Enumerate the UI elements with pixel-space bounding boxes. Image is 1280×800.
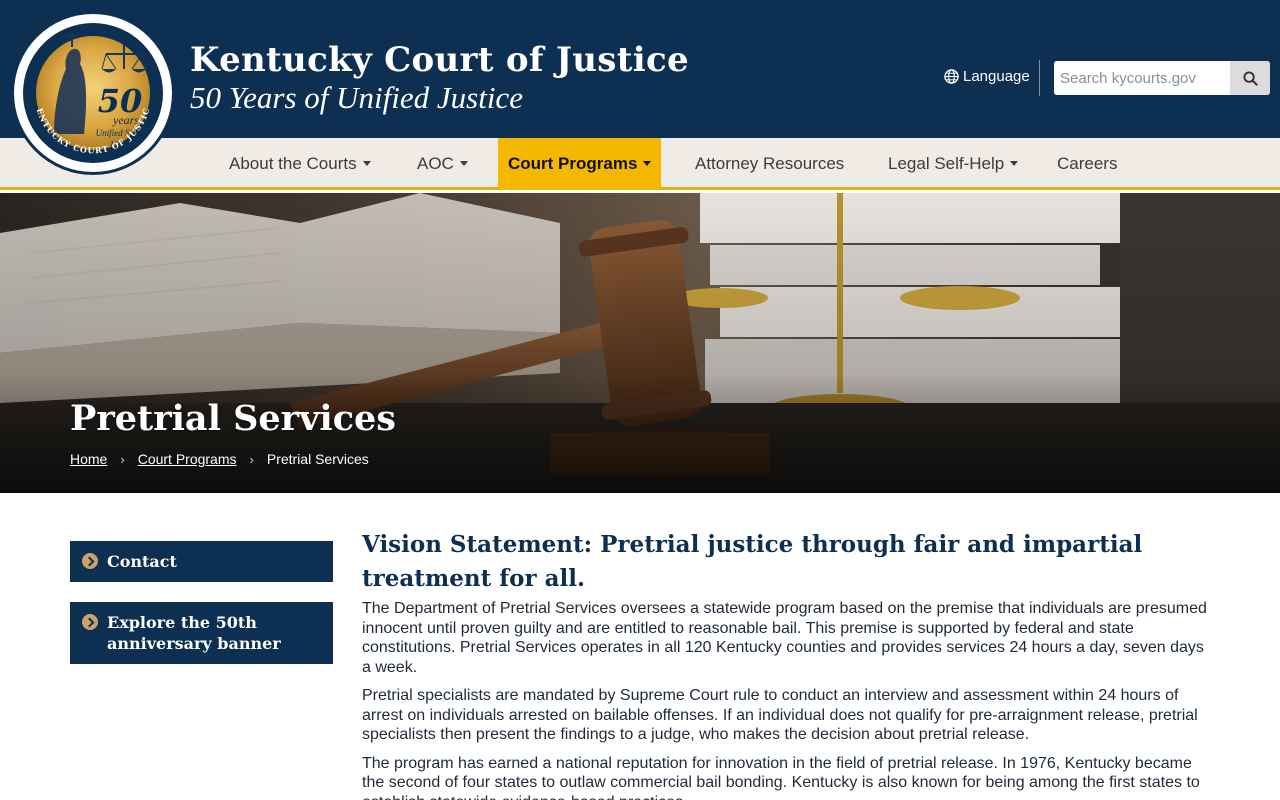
search-button[interactable] [1230,61,1270,95]
site-title[interactable]: Kentucky Court of Justice [190,40,689,80]
globe-icon [944,69,959,84]
breadcrumb-home-link[interactable]: Home [70,451,107,467]
nav-label: Attorney Resources [695,154,845,173]
nav-label: About the Courts [229,154,357,173]
header-divider [1039,60,1040,96]
breadcrumb-chevron-icon: › [249,451,254,467]
caret-down-icon [459,161,468,167]
chevron-right-icon [82,553,98,569]
paragraph: The program has earned a national reputa… [362,754,1200,800]
breadcrumb-chevron-icon: › [120,451,125,467]
hero-banner: Pretrial Services Home › Court Programs … [0,193,1280,493]
main-nav: About the Courts AOC Court Programs Atto… [0,138,1280,190]
sidebar-link-anniversary-banner[interactable]: Explore the 50th anniversary banner [70,602,333,664]
nav-label: Court Programs [508,154,638,173]
sidebar-link-contact[interactable]: Contact [70,541,333,582]
court-seal-logo[interactable]: 50 years Unified Since 1976 KENTUCKY COU… [11,11,175,175]
caret-down-icon [362,161,371,167]
breadcrumb-court-programs-link[interactable]: Court Programs [138,451,237,467]
nav-careers[interactable]: Careers [1057,138,1117,190]
caret-down-icon [643,161,652,167]
nav-label: Legal Self-Help [888,154,1005,173]
page-title: Pretrial Services [70,398,396,439]
language-label: Language [963,68,1030,85]
gavel-hero-image [0,193,1280,493]
search-input[interactable] [1054,61,1230,95]
nav-legal-self-help[interactable]: Legal Self-Help [888,138,1019,190]
caret-down-icon [1010,161,1019,167]
site-header: Kentucky Court of Justice 50 Years of Un… [0,0,1280,138]
nav-attorney-resources[interactable]: Attorney Resources [695,138,844,190]
paragraph: The Department of Pretrial Services over… [362,600,1207,676]
site-tagline: 50 Years of Unified Justice [190,80,523,115]
search-icon [1242,70,1258,86]
language-selector[interactable]: Language [944,68,1030,85]
breadcrumb-current: Pretrial Services [266,451,369,467]
nav-label: Careers [1057,154,1118,173]
main-content: Vision Statement: Pretrial justice throu… [362,528,1212,800]
nav-about-the-courts[interactable]: About the Courts [229,138,371,190]
vision-heading: Vision Statement: Pretrial justice throu… [362,531,1143,592]
sidebar-link-label: Explore the 50th anniversary banner [107,613,281,653]
chevron-right-icon [82,614,98,630]
breadcrumb: Home › Court Programs › Pretrial Service… [70,451,369,467]
paragraph: Pretrial specialists are mandated by Sup… [362,687,1198,743]
nav-label: AOC [417,154,454,173]
sidebar-link-label: Contact [107,552,177,571]
nav-aoc[interactable]: AOC [417,138,468,190]
nav-court-programs[interactable]: Court Programs [498,138,661,190]
search-form [1054,61,1270,95]
